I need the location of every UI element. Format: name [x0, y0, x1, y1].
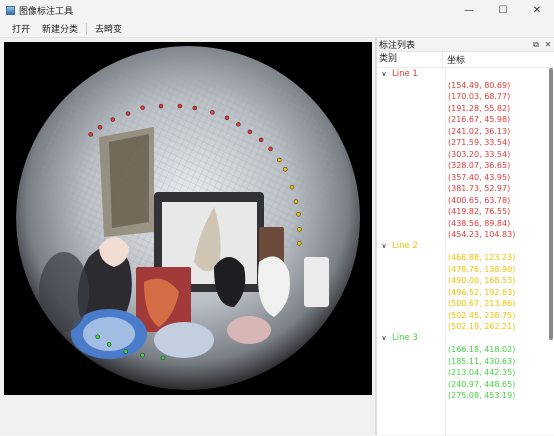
annotation-point[interactable]	[106, 342, 112, 347]
column-divider	[445, 68, 446, 436]
scrollbar[interactable]	[549, 68, 553, 340]
maximize-button[interactable]: ☐	[486, 0, 520, 20]
list-item[interactable]: (478.76, 138.90)	[377, 264, 554, 276]
list-item[interactable]: (216.67, 45.98)	[377, 114, 554, 126]
annotation-point[interactable]	[97, 125, 103, 130]
annotation-point[interactable]	[289, 184, 295, 190]
list-item[interactable]: (275.08, 453.19)	[377, 390, 554, 402]
dock-close-icon[interactable]: ✕	[542, 40, 554, 50]
annotation-point[interactable]	[95, 334, 100, 340]
annotation-point[interactable]	[210, 110, 215, 115]
annotation-point[interactable]	[277, 157, 282, 163]
list-item[interactable]: (185.11, 430.63)	[377, 356, 554, 368]
list-item[interactable]: (166.18, 418.02)	[377, 344, 554, 356]
coord-list-line3: (166.18, 418.02) (185.11, 430.63) (213.0…	[377, 344, 554, 402]
list-item[interactable]: (438.56, 89.84)	[377, 218, 554, 230]
list-item[interactable]: (303.20, 33.54)	[377, 149, 554, 161]
list-item[interactable]: (241.02, 36.13)	[377, 126, 554, 138]
list-item[interactable]: (490.00, 168.53)	[377, 275, 554, 287]
annotation-point[interactable]	[258, 137, 264, 143]
annotation-point[interactable]	[192, 105, 198, 111]
list-item[interactable]: (419.82, 76.55)	[377, 206, 554, 218]
group-row-line1[interactable]: ∨ Line 1	[377, 68, 554, 80]
annotation-point[interactable]	[283, 167, 288, 172]
title-bar: 图像标注工具 — ☐ ✕	[0, 0, 554, 20]
list-item[interactable]: (357.40, 43.95)	[377, 172, 554, 184]
group-row-line3[interactable]: ∨ Line 3	[377, 333, 554, 345]
annotation-point[interactable]	[160, 355, 166, 361]
list-item[interactable]: (213.04, 442.35)	[377, 367, 554, 379]
chevron-down-icon[interactable]: ∨	[379, 242, 389, 250]
list-item[interactable]: (271.59, 33.54)	[377, 137, 554, 149]
annotation-tree: ∨ Line 1 (154.49, 80.69) (170.03, 68.77)…	[377, 68, 554, 436]
window-controls: — ☐ ✕	[452, 0, 554, 20]
list-item[interactable]: (502.45, 238.75)	[377, 310, 554, 322]
annotation-list-dock: 标注列表 ⧉ ✕ 类别 坐标 ∨ Line 1 (154.49, 80.69) …	[377, 38, 554, 436]
annotation-point[interactable]	[297, 227, 302, 232]
annotation-point[interactable]	[296, 212, 301, 217]
list-item[interactable]: (154.49, 80.69)	[377, 80, 554, 92]
annotation-point[interactable]	[125, 111, 131, 116]
list-item[interactable]: (454.23, 104.83)	[377, 229, 554, 241]
fisheye-image[interactable]	[4, 42, 372, 395]
coord-list-line1: (154.49, 80.69) (170.03, 68.77) (191.28,…	[377, 80, 554, 241]
undistort-button[interactable]: 去畸变	[89, 22, 128, 35]
open-button[interactable]: 打开	[6, 22, 36, 35]
column-header-coords[interactable]: 坐标	[443, 53, 465, 66]
annotation-point[interactable]	[236, 122, 241, 127]
list-item[interactable]: (191.28, 55.82)	[377, 103, 554, 115]
chevron-down-icon[interactable]: ∨	[379, 70, 389, 78]
fisheye-image-svg[interactable]	[4, 42, 372, 395]
annotation-point[interactable]	[224, 115, 230, 121]
app-icon	[6, 5, 15, 15]
list-item[interactable]: (468.88, 123.23)	[377, 252, 554, 264]
annotation-point[interactable]	[268, 146, 273, 152]
annotation-point[interactable]	[177, 103, 183, 109]
annotation-point[interactable]	[88, 132, 93, 137]
float-icon[interactable]: ⧉	[530, 40, 542, 50]
group-label: Line 2	[392, 241, 418, 252]
list-item[interactable]: (240.97, 448.65)	[377, 379, 554, 391]
list-item[interactable]: (400.65, 63.78)	[377, 195, 554, 207]
list-header: 类别 坐标	[377, 52, 554, 68]
annotation-point[interactable]	[247, 129, 253, 135]
close-button[interactable]: ✕	[520, 0, 554, 20]
annotation-point[interactable]	[140, 105, 145, 110]
new-category-button[interactable]: 新建分类	[36, 22, 84, 35]
list-item[interactable]: (500.67, 213.86)	[377, 298, 554, 310]
annotation-point[interactable]	[123, 349, 129, 354]
column-header-category[interactable]: 类别	[377, 52, 443, 67]
dock-title: 标注列表	[379, 41, 416, 51]
annotation-point[interactable]	[110, 117, 116, 122]
list-item[interactable]: (496.52, 192.63)	[377, 287, 554, 299]
annotation-point[interactable]	[297, 241, 302, 246]
menu-bar: 打开 新建分类 去畸变	[0, 20, 554, 38]
list-item[interactable]: (502.18, 262.21)	[377, 321, 554, 333]
group-label: Line 3	[392, 333, 418, 344]
group-row-line2[interactable]: ∨ Line 2	[377, 241, 554, 253]
dock-title-bar: 标注列表 ⧉ ✕	[377, 38, 554, 52]
coord-list-line2: (468.88, 123.23) (478.76, 138.90) (490.0…	[377, 252, 554, 333]
list-item[interactable]: (328.07, 36.65)	[377, 160, 554, 172]
window-title: 图像标注工具	[19, 6, 74, 17]
list-item[interactable]: (170.03, 68.77)	[377, 91, 554, 103]
list-item[interactable]: (381.73, 52.97)	[377, 183, 554, 195]
annotation-point[interactable]	[158, 103, 164, 109]
group-label: Line 1	[392, 68, 418, 79]
annotation-point[interactable]	[293, 199, 299, 204]
annotation-point[interactable]	[140, 352, 145, 358]
minimize-button[interactable]: —	[452, 0, 486, 20]
menu-separator	[86, 22, 88, 35]
chevron-down-icon[interactable]: ∨	[379, 334, 389, 342]
